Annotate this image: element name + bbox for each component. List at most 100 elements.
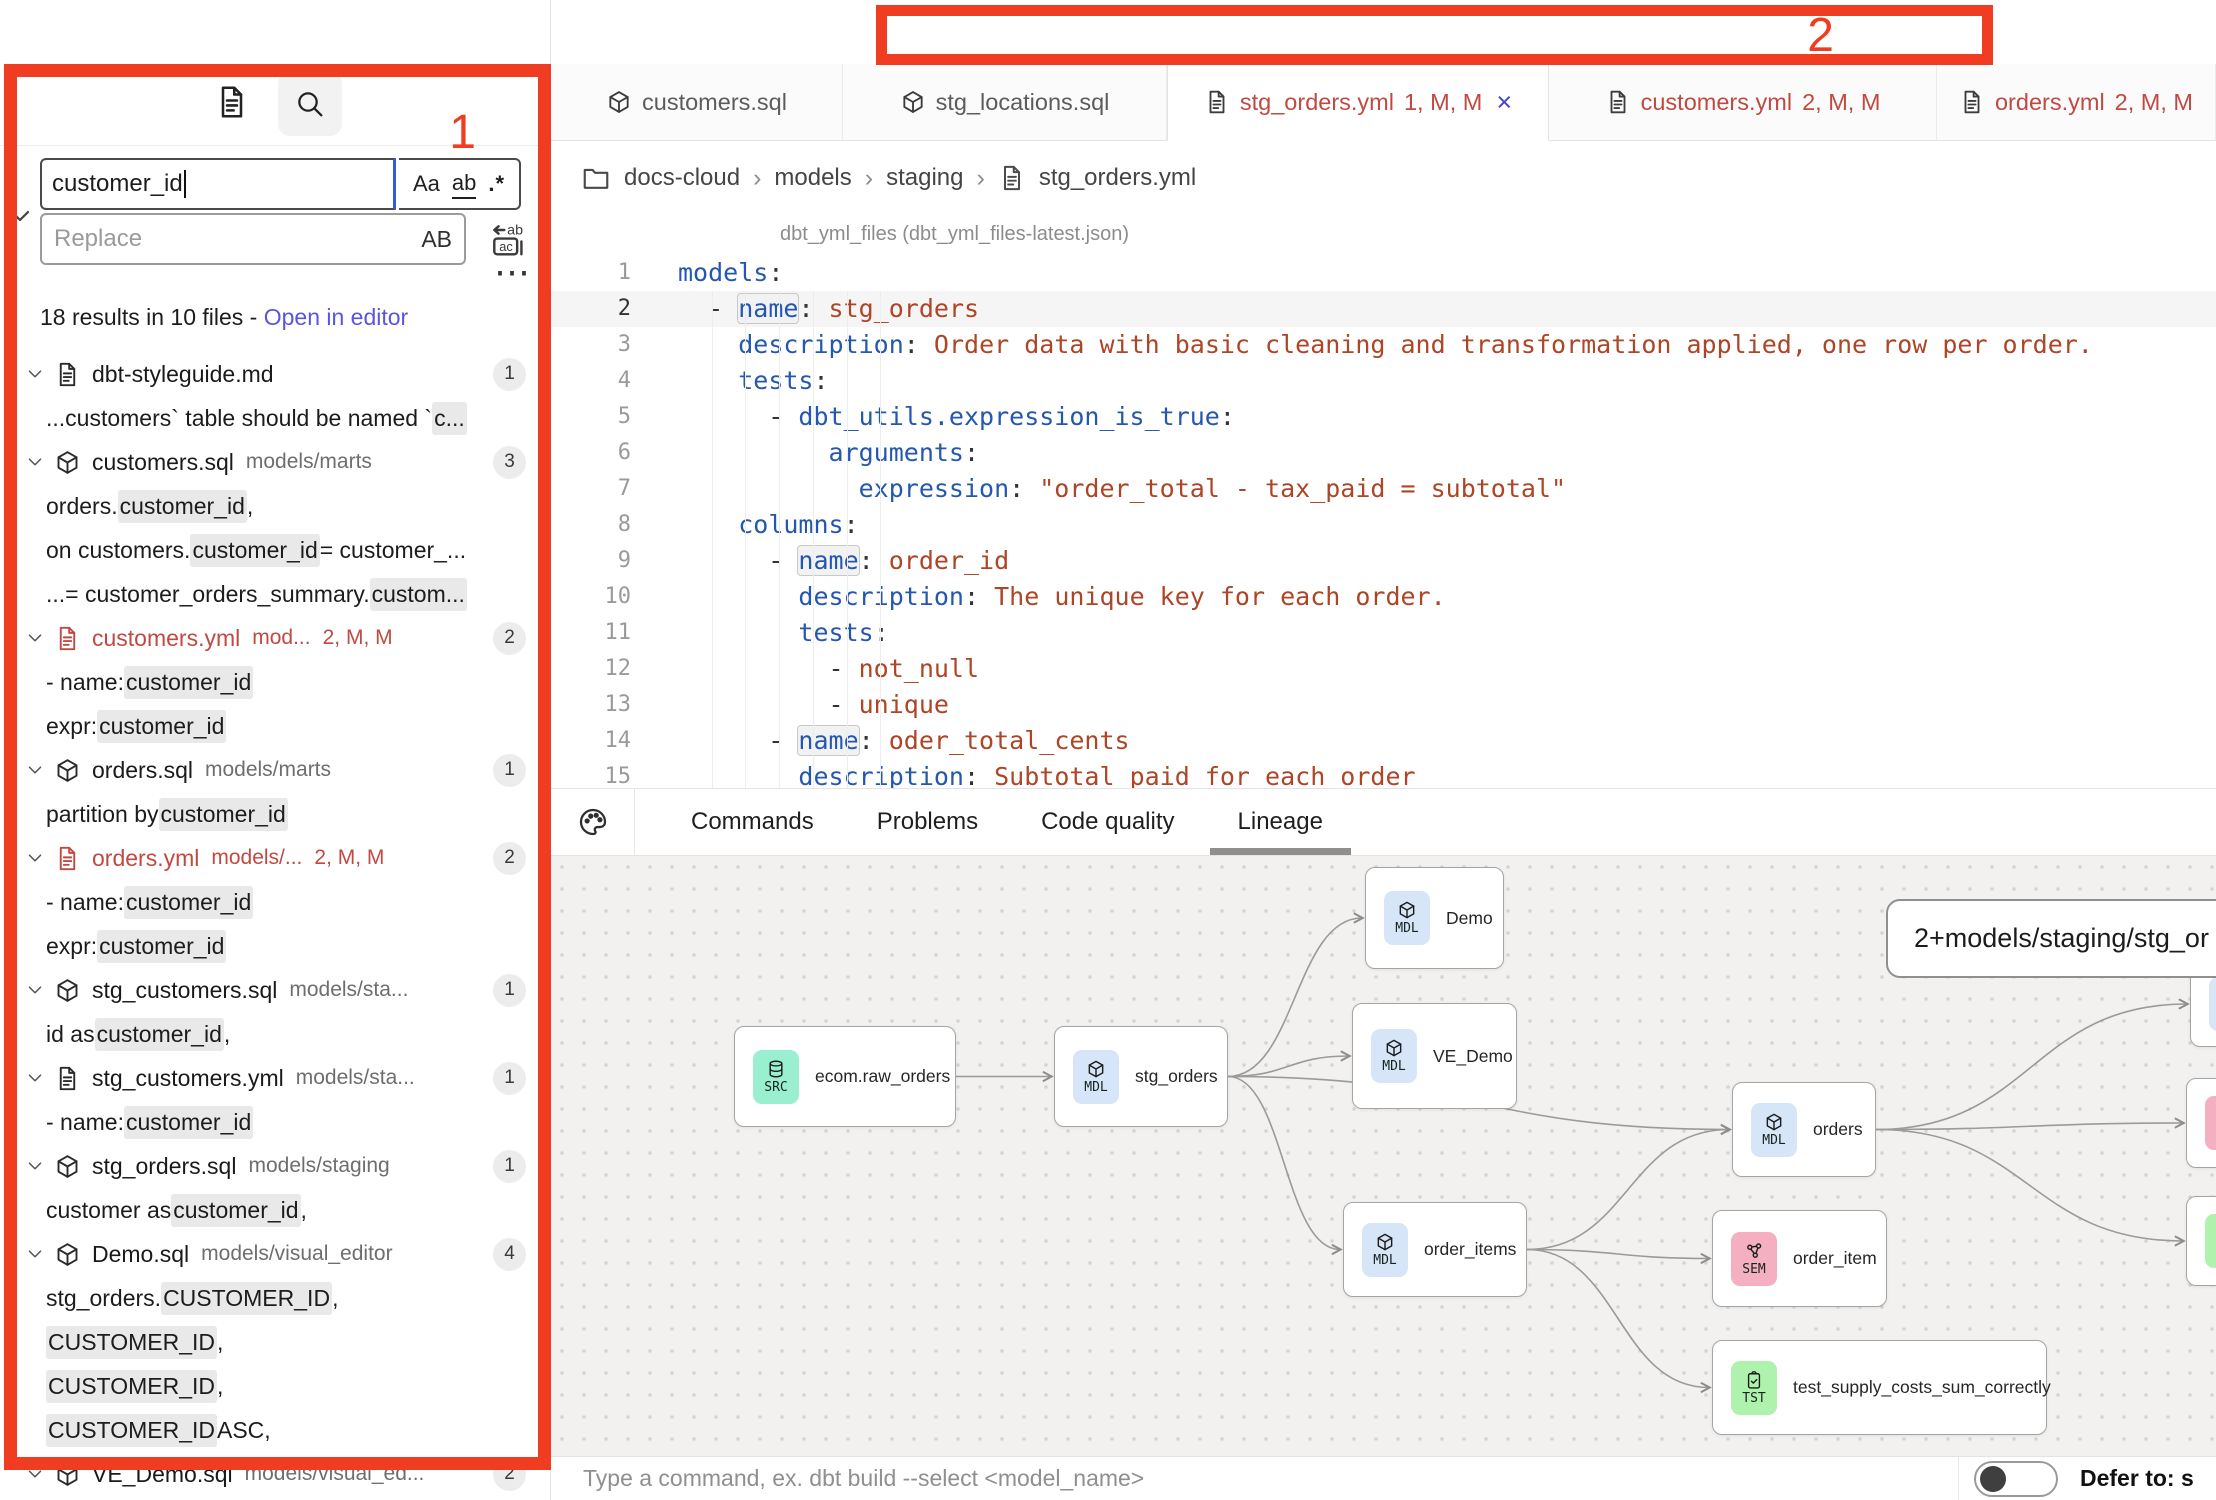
search-result-match-row[interactable]: CUSTOMER_ID,: [0, 1364, 550, 1408]
code-line-12[interactable]: 12 - not_null: [551, 651, 2216, 687]
search-result-match-row[interactable]: - name: customer_id: [0, 1100, 550, 1144]
search-result-file-row[interactable]: customers.ymlmod...2, M, M2: [0, 616, 550, 660]
match-highlight: CUSTOMER_ID: [46, 1414, 217, 1447]
search-result-file-row[interactable]: customers.sqlmodels/marts3: [0, 440, 550, 484]
chevron-down-icon[interactable]: [4, 200, 36, 232]
regex-toggle[interactable]: .*: [488, 171, 505, 197]
edge-orders-to-partial_test: [1876, 1130, 2183, 1242]
breadcrumb-item[interactable]: staging: [886, 164, 963, 192]
chevron-down-icon[interactable]: [24, 1463, 46, 1485]
panel-tab-lineage[interactable]: Lineage: [1238, 789, 1323, 855]
match-highlight: customer_id: [95, 1018, 224, 1051]
code-line-13[interactable]: 13 - unique: [551, 687, 2216, 723]
whole-word-toggle[interactable]: ab: [452, 170, 476, 199]
open-in-editor-link[interactable]: Open in editor: [264, 304, 408, 330]
match-case-toggle[interactable]: Aa: [413, 171, 440, 197]
search-result-file-row[interactable]: Demo.sqlmodels/visual_editor4: [0, 1232, 550, 1276]
search-result-file-row[interactable]: dbt-styleguide.md1: [0, 352, 550, 396]
search-result-match-row[interactable]: on customers.customer_id = customer_...: [0, 528, 550, 572]
chevron-down-icon[interactable]: [24, 1067, 46, 1089]
lineage-node-orders[interactable]: MDLorders: [1732, 1082, 1876, 1177]
close-icon[interactable]: ×: [1496, 87, 1512, 118]
code-line-9[interactable]: 9 - name: order_id: [551, 543, 2216, 579]
chevron-down-icon[interactable]: [24, 847, 46, 869]
lineage-node-ecom_raw_orders[interactable]: SRCecom.raw_orders: [734, 1026, 956, 1127]
search-result-file-row[interactable]: stg_orders.sqlmodels/staging1: [0, 1144, 550, 1188]
search-result-file-row[interactable]: orders.sqlmodels/marts1: [0, 748, 550, 792]
code-line-11[interactable]: 11 tests:: [551, 615, 2216, 651]
search-result-match-row[interactable]: - name: customer_id: [0, 880, 550, 924]
search-result-file-row[interactable]: orders.ymlmodels/...2, M, M2: [0, 836, 550, 880]
panel-tab-code-quality[interactable]: Code quality: [1041, 789, 1174, 855]
code-line-14[interactable]: 14 - name: oder_total_cents: [551, 723, 2216, 759]
lineage-node-stg_orders[interactable]: MDLstg_orders: [1054, 1026, 1228, 1127]
code-line-4[interactable]: 4 tests:: [551, 363, 2216, 399]
code-line-6[interactable]: 6 arguments:: [551, 435, 2216, 471]
preserve-case-toggle[interactable]: AB: [421, 226, 452, 253]
chevron-down-icon[interactable]: [24, 979, 46, 1001]
search-result-match-row[interactable]: - name: customer_id: [0, 660, 550, 704]
lineage-node-ve_demo[interactable]: MDLVE_Demo: [1352, 1003, 1517, 1109]
chevron-down-icon[interactable]: [24, 1243, 46, 1265]
search-result-match-row[interactable]: expr: customer_id: [0, 924, 550, 968]
token-punc: :: [1220, 402, 1235, 431]
file-dir: models/marts: [205, 758, 331, 782]
lineage-selector-box[interactable]: 2+models/staging/stg_or: [1886, 899, 2216, 978]
match-highlight: customer_id: [190, 534, 319, 567]
chevron-down-icon[interactable]: [24, 451, 46, 473]
search-result-file-row[interactable]: stg_customers.ymlmodels/sta...1: [0, 1056, 550, 1100]
tab-orders-yml[interactable]: orders.yml2, M, M: [1937, 64, 2216, 141]
search-result-match-row[interactable]: expr: customer_id: [0, 704, 550, 748]
code-line-2[interactable]: 2 - name: stg_orders: [551, 291, 2216, 327]
command-input[interactable]: [583, 1457, 1883, 1500]
chevron-down-icon[interactable]: [24, 363, 46, 385]
panel-tab-commands[interactable]: Commands: [691, 789, 814, 855]
search-result-match-row[interactable]: partition by customer_id: [0, 792, 550, 836]
code-line-10[interactable]: 10 description: The unique key for each …: [551, 579, 2216, 615]
file-explorer-icon[interactable]: [214, 84, 250, 120]
search-input[interactable]: customer_id: [40, 158, 396, 210]
breadcrumb-item[interactable]: docs-cloud: [624, 164, 740, 192]
tab-customers-yml[interactable]: customers.yml2, M, M: [1549, 64, 1937, 141]
search-result-match-row[interactable]: orders.customer_id,: [0, 484, 550, 528]
search-result-match-row[interactable]: stg_orders.CUSTOMER_ID,: [0, 1276, 550, 1320]
chevron-down-icon[interactable]: [24, 1155, 46, 1177]
lineage-canvas[interactable]: 2+models/staging/stg_or SRCecom.raw_orde…: [551, 856, 2216, 1456]
code-line-8[interactable]: 8 columns:: [551, 507, 2216, 543]
search-view-button[interactable]: [278, 72, 342, 136]
code-line-15[interactable]: 15 description: Subtotal paid for each o…: [551, 759, 2216, 788]
search-result-match-row[interactable]: ...customers` table should be named `c..…: [0, 396, 550, 440]
lineage-node-test_supply_costs_sum_correctly[interactable]: TSTtest_supply_costs_sum_correctly: [1712, 1340, 2047, 1435]
code-line-3[interactable]: 3 description: Order data with basic cle…: [551, 327, 2216, 363]
lineage-node-demo[interactable]: MDLDemo: [1365, 867, 1504, 969]
code-line-5[interactable]: 5 - dbt_utils.expression_is_true:: [551, 399, 2216, 435]
lineage-node-order_items[interactable]: MDLorder_items: [1343, 1202, 1527, 1297]
code-editor[interactable]: dbt_yml_files (dbt_yml_files-latest.json…: [551, 215, 2216, 788]
code-line-7[interactable]: 7 expression: "order_total - tax_paid = …: [551, 471, 2216, 507]
tab-stg_locations-sql[interactable]: stg_locations.sql: [843, 64, 1167, 141]
chevron-down-icon[interactable]: [24, 759, 46, 781]
palette-icon[interactable]: [577, 806, 609, 838]
semantic-icon: [1744, 1241, 1764, 1261]
lineage-node-partial_test[interactable]: TST: [2186, 1196, 2216, 1286]
lineage-node-partial_semantic[interactable]: SEM: [2186, 1078, 2216, 1168]
search-result-match-row[interactable]: CUSTOMER_ID,: [0, 1320, 550, 1364]
search-result-file-row[interactable]: stg_customers.sqlmodels/sta...1: [0, 968, 550, 1012]
search-result-match-row[interactable]: customer as customer_id,: [0, 1188, 550, 1232]
search-result-match-row[interactable]: id as customer_id,: [0, 1012, 550, 1056]
code-line-1[interactable]: 1models:: [551, 255, 2216, 291]
replace-input[interactable]: Replace AB: [40, 213, 466, 265]
search-result-match-row[interactable]: CUSTOMER_ID ASC,: [0, 1408, 550, 1452]
test-badge: TST: [2205, 1214, 2216, 1268]
search-result-match-row[interactable]: ...= customer_orders_summary.custom...: [0, 572, 550, 616]
panel-tab-problems[interactable]: Problems: [877, 789, 978, 855]
tab-stg_orders-yml[interactable]: stg_orders.yml1, M, M×: [1167, 64, 1549, 141]
token-punc: :: [964, 762, 979, 788]
tab-customers-sql[interactable]: customers.sql: [551, 64, 843, 141]
defer-toggle[interactable]: [1974, 1461, 2058, 1497]
more-actions-icon[interactable]: ⋯: [490, 252, 534, 292]
chevron-down-icon[interactable]: [24, 627, 46, 649]
lineage-node-order_item[interactable]: SEMorder_item: [1712, 1210, 1887, 1307]
search-result-file-row[interactable]: VE_Demo.sqlmodels/visual_ed...2: [0, 1452, 550, 1496]
breadcrumb-item[interactable]: models: [774, 164, 851, 192]
